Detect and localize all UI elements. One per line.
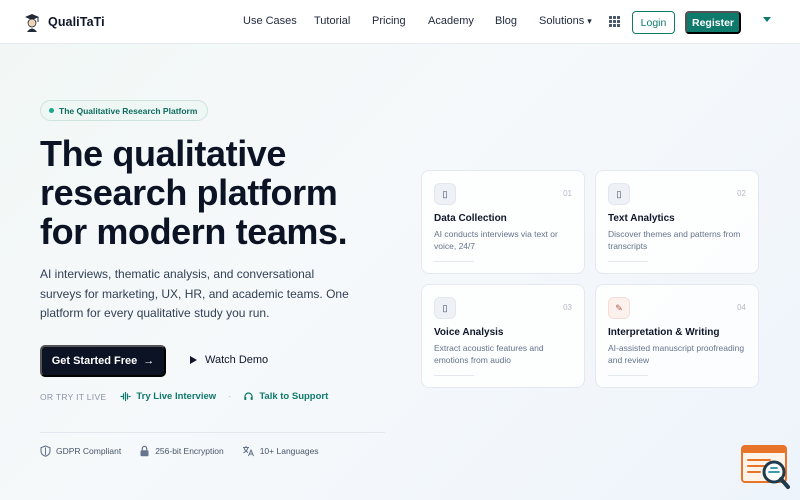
apps-grid-icon[interactable] xyxy=(609,16,620,27)
card-description: AI-assisted manuscript proofreading and … xyxy=(608,343,745,365)
card-underline xyxy=(434,261,474,262)
try-live-label: OR TRY IT LIVE xyxy=(40,391,107,402)
card-title: Data Collection xyxy=(434,213,507,224)
dot-icon xyxy=(49,108,54,113)
try-live-interview-label: Try Live Interview xyxy=(136,391,217,402)
get-started-label: Get Started Free xyxy=(51,355,138,367)
trust-label: 256-bit Encryption xyxy=(155,446,224,456)
play-icon xyxy=(190,356,197,364)
login-button[interactable]: Login xyxy=(632,11,675,34)
trust-item-encryption: 256-bit Encryption xyxy=(139,445,224,457)
trust-label: GDPR Compliant xyxy=(56,446,122,456)
lock-icon xyxy=(140,445,149,457)
caret-down-icon[interactable] xyxy=(763,17,771,22)
chevron-down-icon: ▾ xyxy=(587,15,592,26)
hero-badge-label: The Qualitative Research Platform xyxy=(59,105,198,116)
card-description: AI conducts interviews via text or voice… xyxy=(434,229,558,251)
try-live-row: OR TRY IT LIVE Try Live Interview · Talk… xyxy=(40,391,328,402)
nav-use-cases[interactable]: Use Cases xyxy=(243,15,297,27)
nav-pricing[interactable]: Pricing xyxy=(372,15,406,27)
pen-icon: ✎ xyxy=(608,297,630,319)
logo-icon xyxy=(25,14,39,32)
placeholder-icon: ▯ xyxy=(434,297,456,319)
register-button[interactable]: Register xyxy=(685,11,741,34)
headset-icon xyxy=(244,392,254,400)
hero-title-line: research platform xyxy=(40,172,338,213)
card-number: 04 xyxy=(737,303,746,312)
nav-tutorial[interactable]: Tutorial xyxy=(314,15,350,27)
arrow-right-icon: → xyxy=(143,355,155,367)
placeholder-icon: ▯ xyxy=(608,183,630,205)
feature-card-data-collection[interactable]: ▯ 01 Data Collection AI conducts intervi… xyxy=(421,170,585,274)
try-live-interview-link[interactable]: Try Live Interview xyxy=(120,391,216,402)
trust-item-gdpr: GDPR Compliant xyxy=(40,445,121,457)
talk-to-support-label: Talk to Support xyxy=(259,391,329,402)
nav-solutions-label: Solutions xyxy=(539,15,585,27)
watch-demo-button[interactable]: Watch Demo xyxy=(190,354,268,366)
card-underline xyxy=(608,375,648,376)
brand[interactable]: QualiTaTi xyxy=(22,11,105,33)
separator: · xyxy=(228,391,232,402)
card-underline xyxy=(608,261,648,262)
nav-academy[interactable]: Academy xyxy=(428,15,474,27)
shield-icon xyxy=(40,445,51,457)
brand-name: QualiTaTi xyxy=(48,15,105,29)
hero-title-line: for modern teams. xyxy=(40,211,348,252)
card-number: 01 xyxy=(563,189,572,198)
get-started-button[interactable]: Get Started Free → xyxy=(40,345,166,377)
waveform-icon xyxy=(120,391,132,402)
card-number: 02 xyxy=(737,189,746,198)
hero-title: The qualitative research platform for mo… xyxy=(40,134,400,251)
card-title: Interpretation & Writing xyxy=(608,327,720,338)
feature-card-text-analytics[interactable]: ▯ 02 Text Analytics Discover themes and … xyxy=(595,170,759,274)
search-document-icon xyxy=(741,445,790,489)
trust-label: 10+ Languages xyxy=(259,446,319,456)
talk-to-support-link[interactable]: Talk to Support xyxy=(243,391,328,402)
card-title: Voice Analysis xyxy=(434,327,504,338)
feature-card-interpretation-writing[interactable]: ✎ 04 Interpretation & Writing AI-assiste… xyxy=(595,284,759,388)
card-title: Text Analytics xyxy=(608,213,675,224)
hero-title-line: The qualitative xyxy=(40,133,287,174)
card-description: Discover themes and patterns from transc… xyxy=(608,229,741,251)
nav-solutions[interactable]: Solutions ▾ xyxy=(539,15,592,27)
divider xyxy=(40,432,385,433)
feature-card-voice-analysis[interactable]: ▯ 03 Voice Analysis Extract acoustic fea… xyxy=(421,284,585,388)
translate-icon xyxy=(242,446,254,457)
top-navbar: QualiTaTi Use Cases Tutorial Pricing Aca… xyxy=(0,0,800,44)
card-number: 03 xyxy=(563,303,572,312)
card-description: Extract acoustic features and emotions f… xyxy=(434,343,544,365)
watch-demo-label: Watch Demo xyxy=(205,354,269,366)
placeholder-icon: ▯ xyxy=(434,183,456,205)
search-help-widget-icon[interactable] xyxy=(740,444,792,490)
trust-badges: GDPR Compliant 256-bit Encryption 10+ La… xyxy=(40,445,319,457)
hero-badge: The Qualitative Research Platform xyxy=(40,100,209,121)
trust-item-languages: 10+ Languages xyxy=(242,445,319,457)
nav-blog[interactable]: Blog xyxy=(495,15,517,27)
hero-subtitle: AI interviews, thematic analysis, and co… xyxy=(40,267,349,320)
card-underline xyxy=(434,375,474,376)
